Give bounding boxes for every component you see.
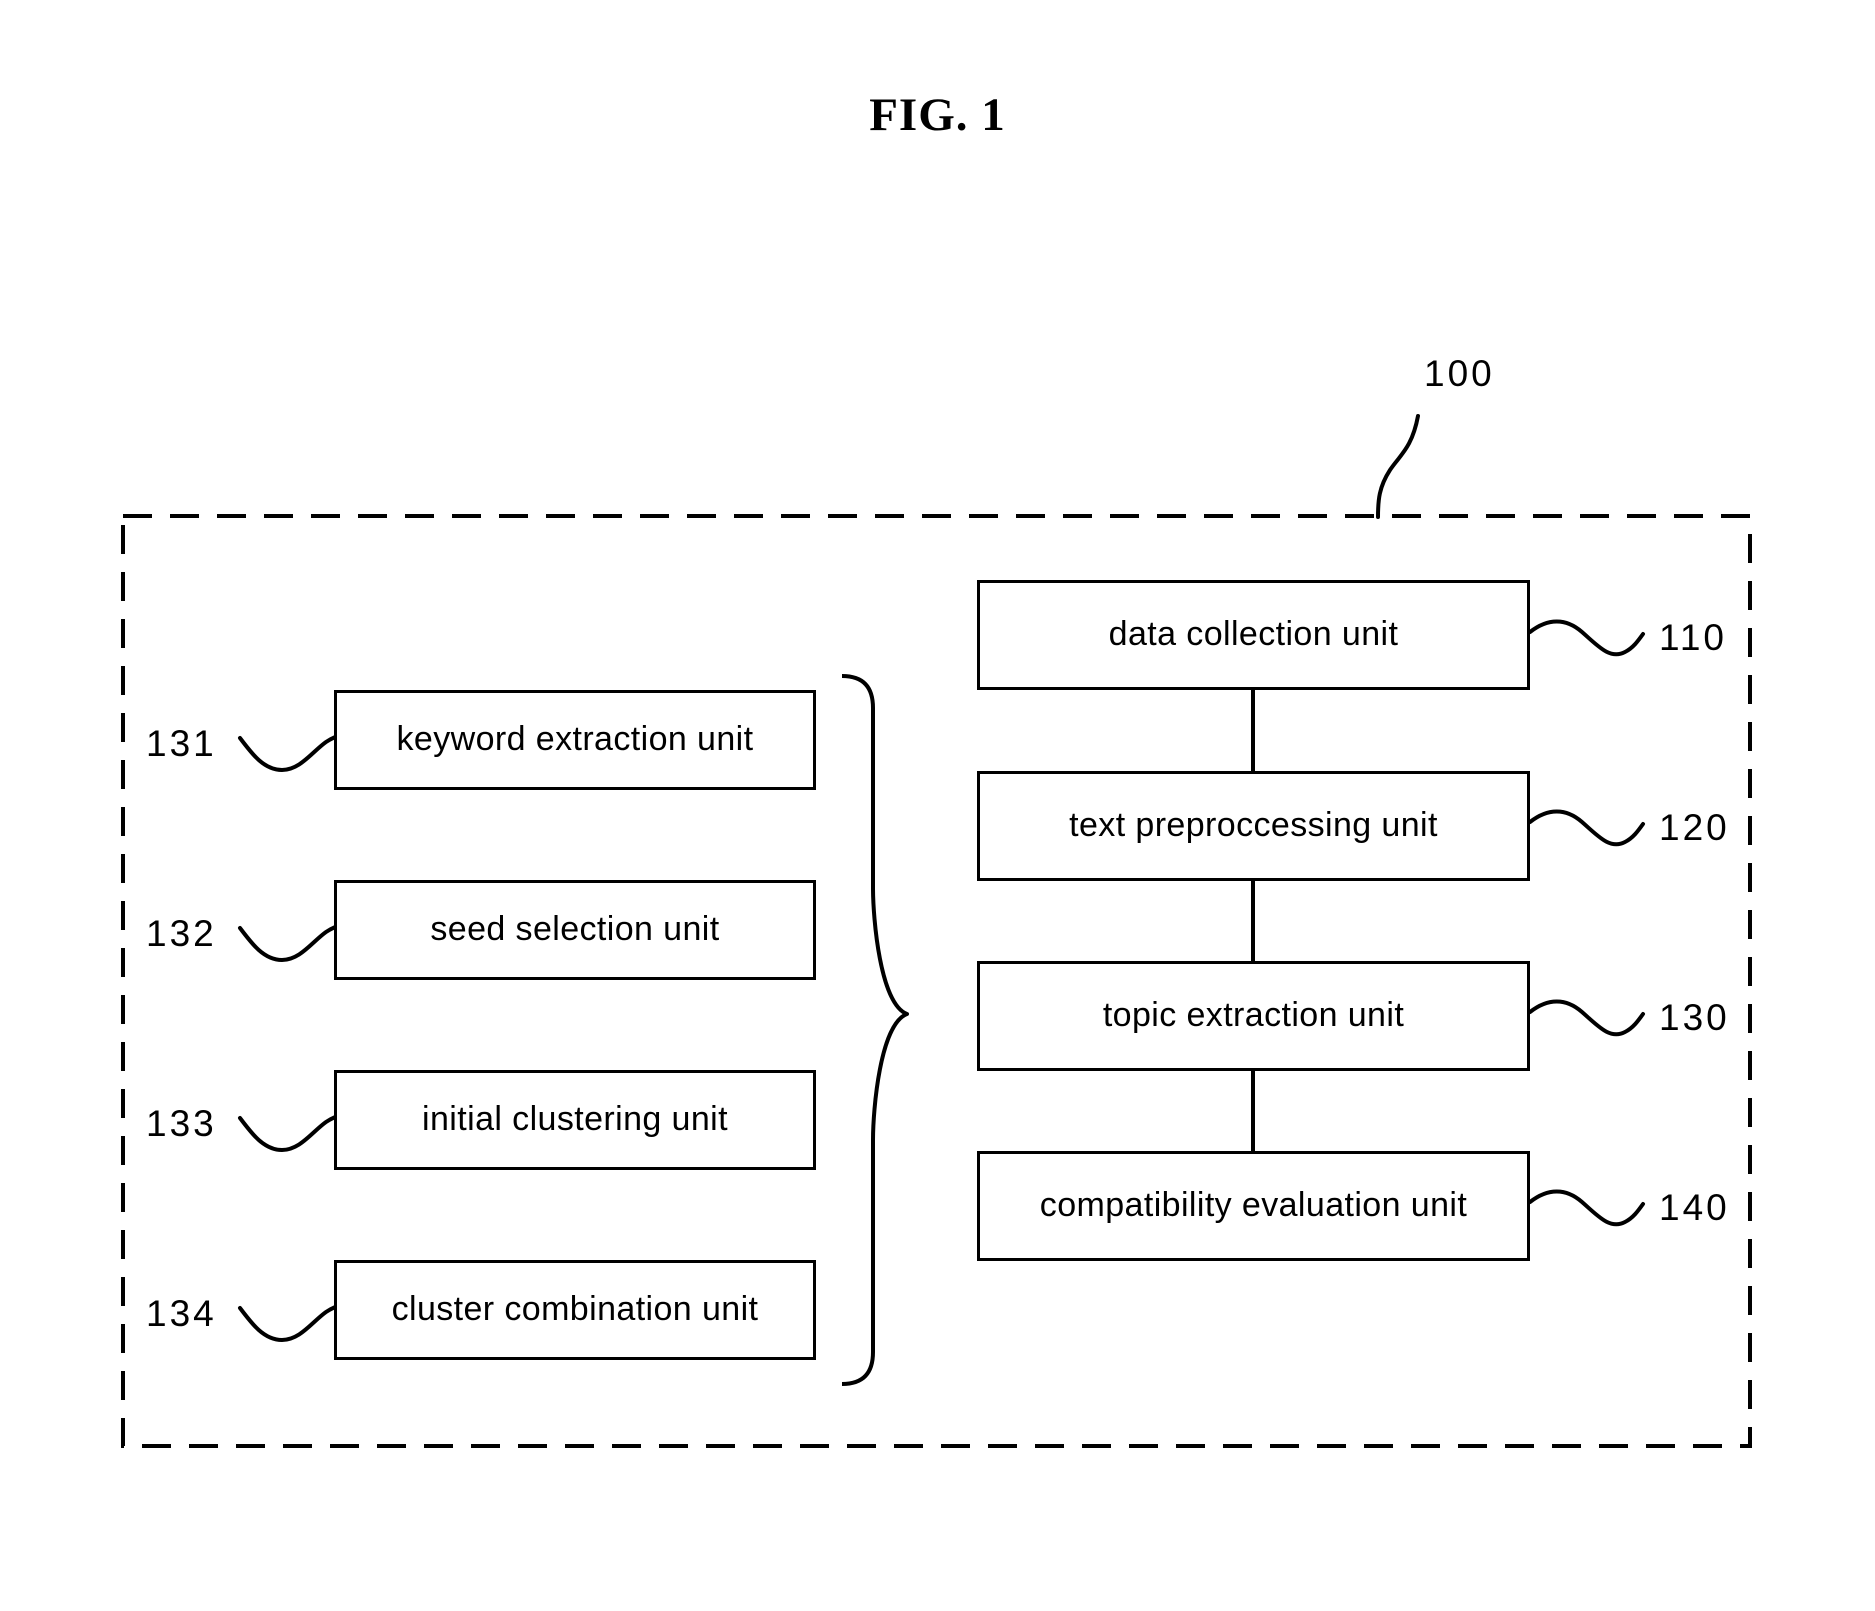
ref-numeral-120: 120 [1659,807,1730,848]
ref-leader-140 [1528,1189,1645,1227]
block-label: initial clustering unit [422,1100,728,1139]
block-cluster-combination-unit[interactable]: cluster combination unit [334,1260,816,1360]
ref-numeral-134: 134 [146,1293,217,1334]
block-seed-selection-unit[interactable]: seed selection unit [334,880,816,980]
ref-numeral-100: 100 [1424,353,1495,394]
block-text-preproccessing-unit[interactable]: text preproccessing unit [977,771,1530,881]
block-label: compatibility evaluation unit [1039,1186,1468,1225]
block-compatibility-evaluation-unit[interactable]: compatibility evaluation unit [977,1151,1530,1261]
ref-numeral-130: 130 [1659,997,1730,1038]
ref-numeral-110: 110 [1659,617,1727,658]
ref-numeral-132: 132 [146,913,217,954]
ref-numeral-140: 140 [1659,1187,1730,1228]
ref-leader-120 [1528,809,1645,847]
block-label: seed selection unit [430,910,720,949]
ref-leader-134 [238,1303,344,1343]
figure-diagram [121,414,1752,1448]
ref-leader-131 [238,733,344,773]
block-topic-extraction-unit[interactable]: topic extraction unit [977,961,1530,1071]
ref-leader-133 [238,1113,344,1153]
block-initial-clustering-unit[interactable]: initial clustering unit [334,1070,816,1170]
block-label: text preproccessing unit [1069,806,1438,845]
block-keyword-extraction-unit[interactable]: keyword extraction unit [334,690,816,790]
ref-leader-110 [1528,619,1645,657]
ref-leader-130 [1528,999,1645,1037]
block-label: data collection unit [1108,615,1399,654]
ref-numeral-133: 133 [146,1103,217,1144]
ref-leader-132 [238,923,344,963]
block-label: keyword extraction unit [396,720,754,759]
block-label: cluster combination unit [391,1290,759,1329]
subunit-group-brace [841,674,909,1386]
block-label: topic extraction unit [1102,996,1405,1035]
system-ref-leader-line [1376,414,1420,519]
block-data-collection-unit[interactable]: data collection unit [977,580,1530,690]
ref-numeral-131: 131 [146,723,217,764]
